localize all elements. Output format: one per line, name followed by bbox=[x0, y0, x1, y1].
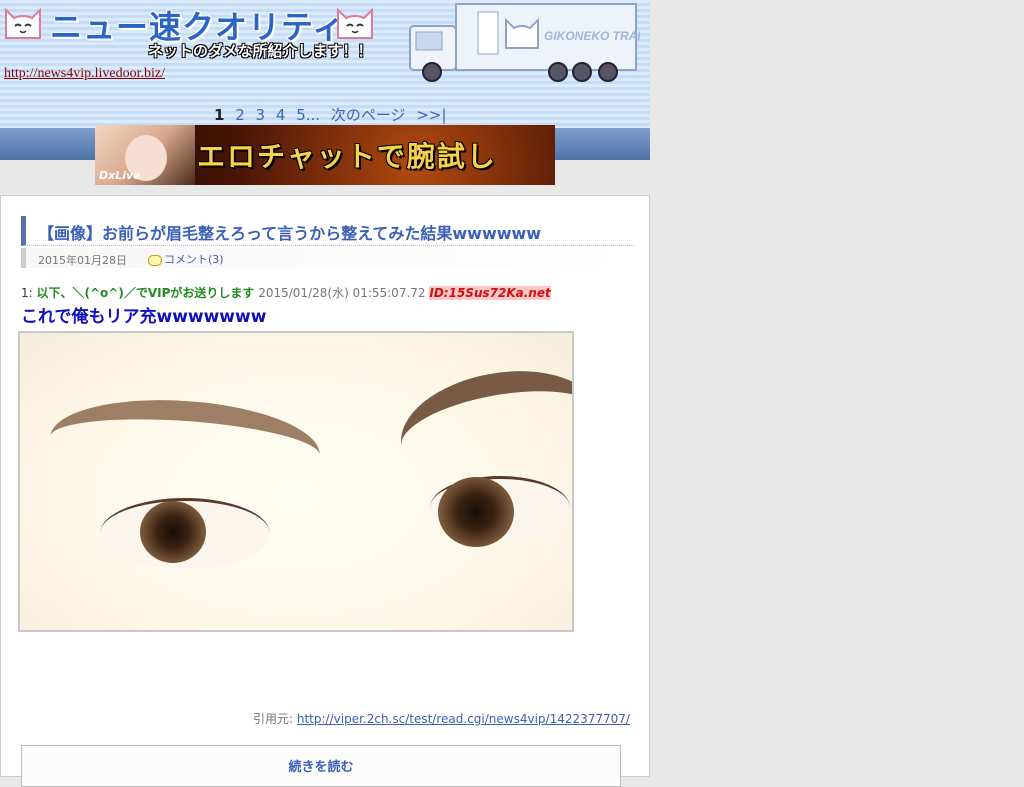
site-header: ニュー速クオリティ ネットのダメな所紹介します！！ http://news4vi… bbox=[0, 0, 650, 185]
page-link-current[interactable]: 1 bbox=[214, 106, 224, 124]
site-logo[interactable]: ニュー速クオリティ ネットのダメな所紹介します！！ bbox=[2, 2, 402, 62]
cat-face-icon bbox=[5, 7, 41, 39]
post-author: 以下、＼(^o^)／でVIPがお送りします bbox=[36, 286, 255, 300]
comments-link[interactable]: コメント(3) bbox=[148, 251, 224, 267]
page-link[interactable]: 4 bbox=[276, 106, 286, 124]
post-datetime: 2015/01/28(水) 01:55:07.72 bbox=[258, 286, 426, 300]
article-title-bar: 【画像】お前らが眉毛整えろって言うから整えてみた結果wwwwww bbox=[21, 216, 634, 246]
site-url-link[interactable]: http://news4vip.livedoor.biz/ bbox=[4, 66, 165, 82]
speech-bubble-icon bbox=[148, 254, 162, 266]
page-link[interactable]: 2 bbox=[235, 106, 245, 124]
post-body: これで俺もリア充wwwwwww bbox=[21, 307, 267, 327]
page-link[interactable]: 3 bbox=[256, 106, 266, 124]
svg-text:GIKONEKO TRANSPORT: GIKONEKO TRANSPORT bbox=[544, 29, 640, 43]
next-page-link[interactable]: 次のページ bbox=[331, 106, 406, 124]
article-date: 2015年01月28日 bbox=[38, 254, 127, 267]
comments-label: コメント(3) bbox=[164, 253, 224, 266]
right-iris bbox=[438, 477, 514, 547]
read-more-button[interactable]: 続きを読む bbox=[21, 745, 621, 787]
post-id: ID:15Sus72Ka.net bbox=[429, 286, 551, 300]
truck-illustration: GIKONEKO TRANSPORT bbox=[409, 3, 640, 82]
article-panel: 【画像】お前らが眉毛整えろって言うから整えてみた結果wwwwww 2015年01… bbox=[0, 195, 650, 787]
source-link[interactable]: http://viper.2ch.sc/test/read.cgi/news4v… bbox=[297, 712, 630, 726]
left-eyebrow bbox=[47, 391, 323, 501]
post-number: 1: bbox=[21, 286, 33, 300]
page-link[interactable]: 5 bbox=[296, 106, 306, 124]
pager-ellipsis: ... bbox=[305, 106, 321, 124]
source-citation: 引用元: http://viper.2ch.sc/test/read.cgi/n… bbox=[253, 710, 630, 727]
cat-face-icon bbox=[337, 7, 373, 39]
pagination: 1 2 3 4 5... 次のページ >>| bbox=[214, 104, 453, 125]
last-page-link[interactable]: >>| bbox=[416, 106, 446, 124]
eyes-photo[interactable] bbox=[18, 331, 574, 632]
source-label: 引用元: bbox=[253, 712, 294, 726]
banner-ad[interactable]: DxLive エロチャットで腕試し bbox=[95, 125, 555, 185]
post-header: 1: 以下、＼(^o^)／でVIPがお送りします 2015/01/28(水) 0… bbox=[21, 284, 551, 301]
banner-text: エロチャットで腕試し bbox=[197, 140, 497, 173]
article-title-link[interactable]: 【画像】お前らが眉毛整えろって言うから整えてみた結果wwwwww bbox=[38, 220, 541, 244]
banner-brand: DxLive bbox=[99, 169, 141, 182]
page: ニュー速クオリティ ネットのダメな所紹介します！！ http://news4vi… bbox=[0, 0, 650, 787]
read-more-label: 続きを読む bbox=[288, 760, 354, 775]
site-subtitle: ネットのダメな所紹介します！！ bbox=[148, 42, 373, 60]
left-iris bbox=[140, 501, 206, 563]
article-meta: 2015年01月28日 コメント(3) bbox=[21, 248, 634, 268]
